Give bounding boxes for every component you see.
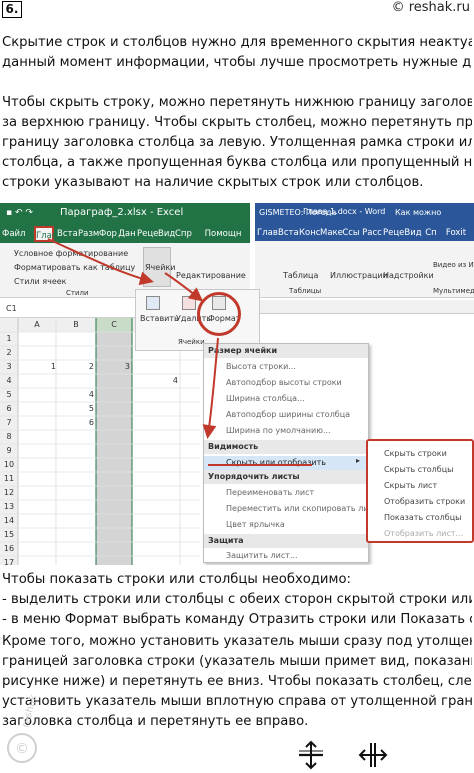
show-line-7: установить указатель мыши вплотную справ… (2, 694, 472, 709)
reshak-watermark: © reshak (7, 693, 40, 763)
row-resize-cursor-icon (299, 740, 323, 770)
show-line-5: границей заголовка строки (указатель мыш… (2, 654, 472, 669)
hide-line-4: столбца, а также пропущенная буква столб… (2, 155, 472, 170)
intro-line-2: данный момент информации, чтобы лучше пр… (2, 55, 472, 70)
col-resize-cursor-icon (358, 743, 388, 767)
show-line-8: заголовка столбца и перетянуть ее вправо… (2, 714, 309, 729)
brand-label: © reshak.ru (391, 0, 470, 15)
show-line-3: - в меню Формат выбрать команду Отразить… (2, 612, 472, 627)
show-line-6: рисунке ниже) и перетянуть ее вниз. Чтоб… (2, 674, 472, 689)
hide-line-1: Чтобы скрыть строку, можно перетянуть ни… (2, 95, 472, 110)
hide-line-5: строки указывают на наличие скрытых стро… (2, 175, 424, 190)
show-line-1: Чтобы показать строки или столбцы необхо… (2, 572, 351, 587)
intro-line-1: Скрытие строк и столбцов нужно для време… (2, 35, 472, 50)
excel-word-screenshot: ▪ ↶ ↷ Параграф_2.xlsx - Excel Файл Глав … (0, 203, 474, 565)
show-line-4: Кроме того, можно установить указатель м… (2, 634, 472, 649)
svg-text:©: © (15, 741, 29, 757)
svg-text:reshak: reshak (20, 693, 39, 728)
hide-line-3: границу заголовка столбца за левую. Утол… (2, 135, 472, 150)
annotation-arrows (47, 238, 312, 466)
hide-line-2: за верхнюю границу. Чтобы скрыть столбец… (2, 115, 472, 130)
exercise-number: 6. (2, 1, 22, 18)
show-line-2: - выделить строки или столбцы с обеих ст… (2, 592, 472, 607)
